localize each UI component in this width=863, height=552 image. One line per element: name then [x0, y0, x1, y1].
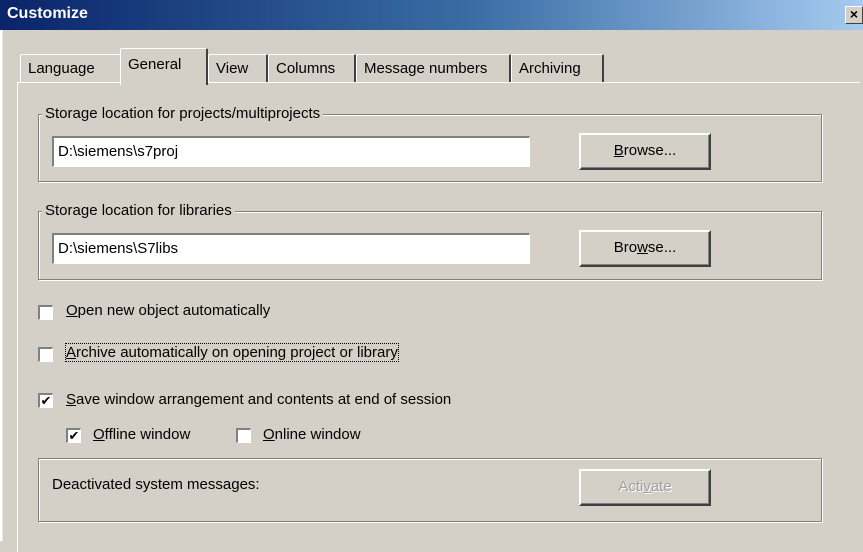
title-bar: Customize ×	[0, 0, 863, 30]
online-window-checkbox[interactable]	[236, 428, 251, 443]
archive-automatically-label[interactable]: Archive automatically on opening project…	[65, 343, 399, 362]
tab-general[interactable]: General	[120, 48, 208, 85]
deactivated-system-messages-label: Deactivated system messages:	[52, 476, 260, 493]
close-icon[interactable]: ×	[845, 6, 863, 24]
tab-archiving[interactable]: Archiving	[511, 54, 604, 83]
projects-storage-group: Storage location for projects/multiproje…	[38, 105, 822, 182]
open-new-object-label[interactable]: Open new object automatically	[66, 302, 270, 319]
projects-storage-legend: Storage location for projects/multiproje…	[42, 105, 324, 123]
libraries-storage-legend: Storage location for libraries	[42, 202, 235, 220]
system-messages-group: Deactivated system messages: Activate	[38, 458, 822, 522]
window-title: Customize	[7, 5, 88, 22]
activate-button[interactable]: Activate	[579, 469, 711, 506]
online-window-label[interactable]: Online window	[263, 426, 361, 443]
archive-automatically-checkbox[interactable]	[38, 347, 53, 362]
window-left-border	[0, 30, 3, 541]
tab-columns[interactable]: Columns	[268, 54, 356, 83]
browse-projects-button[interactable]: Browse...	[579, 133, 711, 170]
open-new-object-checkbox[interactable]	[38, 305, 53, 320]
offline-window-checkbox[interactable]: ✔	[66, 428, 81, 443]
projects-path-input[interactable]: D:\siemens\s7proj	[52, 136, 530, 167]
libraries-storage-group: Storage location for libraries D:\siemen…	[38, 202, 822, 280]
save-window-arrangement-label[interactable]: Save window arrangement and contents at …	[66, 391, 451, 408]
tab-view[interactable]: View	[208, 54, 268, 83]
tab-message-numbers[interactable]: Message numbers	[356, 54, 511, 83]
save-window-arrangement-checkbox[interactable]: ✔	[38, 393, 53, 408]
browse-libraries-button[interactable]: Browse...	[579, 230, 711, 267]
tab-language[interactable]: Language	[20, 54, 124, 83]
libraries-path-input[interactable]: D:\siemens\S7libs	[52, 233, 530, 264]
offline-window-label[interactable]: Offline window	[93, 426, 190, 443]
